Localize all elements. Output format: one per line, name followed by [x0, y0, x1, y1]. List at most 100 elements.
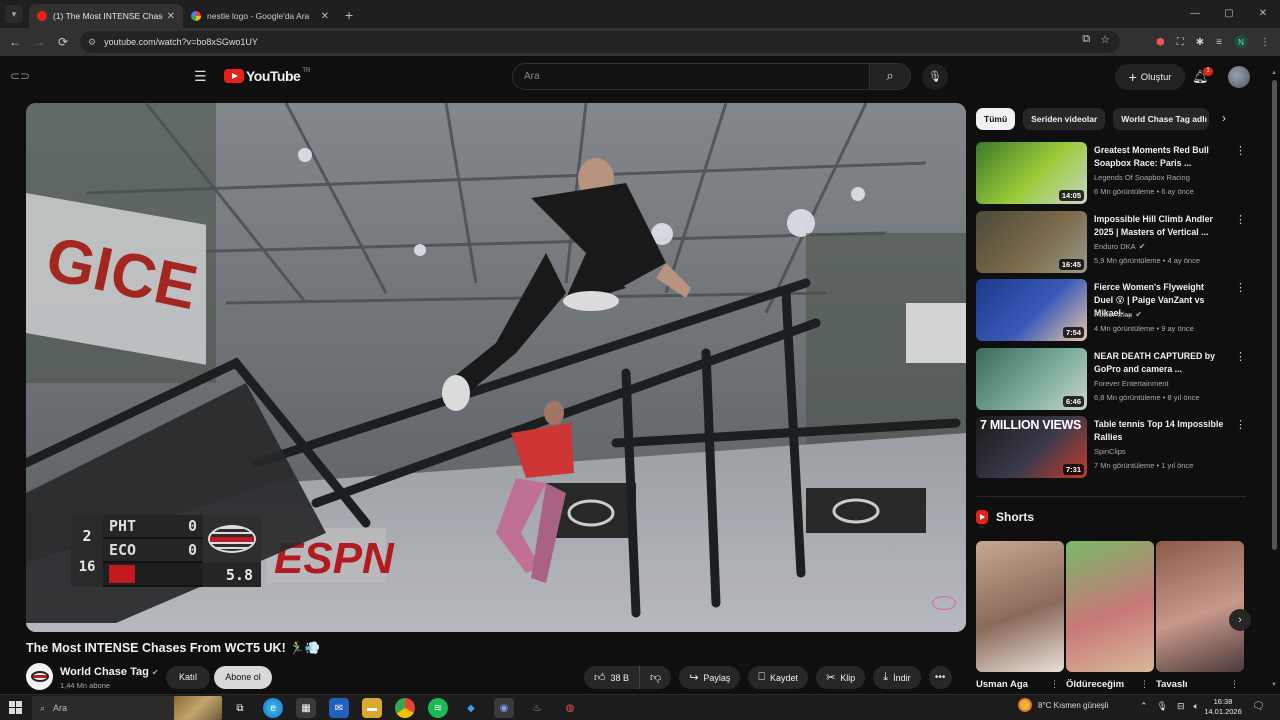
create-button[interactable]: + Oluştur	[1115, 64, 1185, 90]
more-options-icon[interactable]: ⋮	[1235, 213, 1246, 226]
more-actions-button[interactable]: •••	[928, 666, 952, 689]
share-button[interactable]: ↪ Paylaş	[679, 666, 741, 689]
mail-icon[interactable]: ✉	[329, 698, 349, 718]
more-options-icon[interactable]: ⋮	[1230, 679, 1239, 690]
chip-channel[interactable]: World Chase Tag adlı	[1113, 108, 1210, 130]
scrollbar-thumb[interactable]	[1272, 80, 1277, 550]
recommendation-card[interactable]: 16:45 Impossible Hill Climb Andler 2025 |…	[976, 211, 1246, 273]
video-thumbnail[interactable]: 14:05	[976, 142, 1087, 204]
short-title[interactable]: Usman Aga	[976, 679, 1028, 690]
search-input[interactable]: Ara	[512, 63, 870, 90]
store-icon[interactable]: ▦	[296, 698, 316, 718]
scroll-down-icon[interactable]: ▼	[1271, 682, 1277, 688]
recommendation-title[interactable]: NEAR DEATH CAPTURED by GoPro and camera …	[1094, 350, 1224, 376]
more-options-icon[interactable]: ⋮	[1235, 418, 1246, 431]
browser-tab-google[interactable]: nestle logo - Google'da Ara ✕	[183, 4, 337, 28]
more-options-icon[interactable]: ⋮	[1235, 144, 1246, 157]
chrome-icon[interactable]	[395, 698, 415, 718]
recommendation-card[interactable]: 7 MILLION VIEWS 7:31 Table tennis Top 14 I…	[976, 416, 1246, 478]
recommendation-card[interactable]: 6:46 NEAR DEATH CAPTURED by GoPro and cam…	[976, 348, 1246, 410]
forward-button[interactable]: →	[27, 35, 51, 49]
shorts-next-button[interactable]: ›	[1229, 609, 1251, 631]
video-player[interactable]: GICE ESPN 2 16 PHT 0 ECO 0 5.8	[26, 103, 966, 632]
minimize-icon[interactable]: —	[1178, 0, 1212, 28]
channel-name-row[interactable]: World Chase Tag ✔	[60, 666, 159, 678]
recommendation-title[interactable]: Table tennis Top 14 Impossible Rallies	[1094, 418, 1224, 444]
puzzle-icon[interactable]: ✱	[1196, 37, 1204, 48]
extension-icon[interactable]: ⛶	[1177, 37, 1184, 48]
download-button[interactable]: ⤓ İndir	[873, 666, 921, 689]
bookmark-star-icon[interactable]: ☆	[1100, 33, 1110, 46]
short-thumbnail[interactable]	[976, 541, 1064, 672]
recommendation-channel[interactable]: Enduro DKA ✔	[1094, 242, 1145, 251]
recommendation-channel[interactable]: SpinClips	[1094, 447, 1126, 456]
browser-tab-youtube[interactable]: (1) The Most INTENSE Chases F ✕	[29, 4, 183, 28]
recommendation-channel[interactable]: Legends Of Soapbox Racing	[1094, 173, 1190, 182]
more-options-icon[interactable]: ⋮	[1050, 679, 1059, 690]
address-bar[interactable]: ⚙ youtube.com/watch?v=bo8xSGwo1UY	[80, 31, 1120, 53]
taskbar-search[interactable]: ⌕ Ara	[32, 696, 222, 720]
back-button[interactable]: ←	[3, 35, 27, 49]
notification-center-icon[interactable]: 🗨︎	[1252, 701, 1265, 712]
taskbar-clock[interactable]: 16:38 14.01.2026	[1200, 697, 1246, 717]
join-button[interactable]: Katıl	[166, 666, 210, 689]
scroll-up-icon[interactable]: ▲	[1271, 70, 1277, 76]
volume-icon[interactable]: 🔈︎	[1194, 701, 1199, 712]
subscribe-button[interactable]: Abone ol	[214, 666, 272, 689]
recommendation-channel[interactable]: Power Slap ✔	[1094, 310, 1142, 319]
recommendation-title[interactable]: Greatest Moments Red Bull Soapbox Race: …	[1094, 144, 1224, 170]
clip-button[interactable]: ✂ Klip	[816, 666, 866, 689]
video-thumbnail[interactable]: 7:54	[976, 279, 1087, 341]
network-icon[interactable]: ⊟	[1177, 701, 1185, 712]
new-tab-button[interactable]: +	[345, 7, 353, 23]
recommendation-title[interactable]: Impossible Hill Climb Andler 2025 | Mast…	[1094, 213, 1224, 239]
short-title[interactable]: Öldüreceğim	[1066, 679, 1124, 690]
short-thumbnail[interactable]	[1156, 541, 1244, 672]
recommendation-card[interactable]: 7:54 Fierce Women's Flyweight Duel 😵 | Pa…	[976, 279, 1246, 341]
chip-series[interactable]: Seriden videolar	[1023, 108, 1106, 130]
browser-menu-icon[interactable]: ⋮	[1260, 37, 1270, 48]
dislike-button[interactable]: 👎︎	[640, 666, 671, 689]
video-thumbnail[interactable]: 7 MILLION VIEWS 7:31	[976, 416, 1087, 478]
more-options-icon[interactable]: ⋮	[1140, 679, 1149, 690]
profile-avatar[interactable]: N	[1234, 35, 1248, 49]
short-title[interactable]: Tavaslı	[1156, 679, 1188, 690]
video-thumbnail[interactable]: 16:45	[976, 211, 1087, 273]
chevron-right-icon[interactable]: ›	[1222, 111, 1226, 125]
app-icon[interactable]: ◍	[560, 698, 580, 718]
channel-name[interactable]: World Chase Tag	[60, 666, 149, 678]
sidebar-toggle-icon[interactable]: ⊂⊃	[10, 69, 30, 83]
recommendation-channel[interactable]: Forever Entertainment	[1094, 379, 1169, 388]
spotify-icon[interactable]: ≋	[428, 698, 448, 718]
reading-list-icon[interactable]: ≡	[1216, 37, 1222, 48]
maximize-icon[interactable]: ▢	[1212, 0, 1246, 28]
edge-icon[interactable]: e	[263, 698, 283, 718]
close-tab-icon[interactable]: ✕	[321, 11, 329, 22]
weather-widget[interactable]: 8°C Kısmen güneşli	[1018, 698, 1108, 712]
task-view-icon[interactable]: ⧉	[230, 698, 250, 718]
more-options-icon[interactable]: ⋮	[1235, 350, 1246, 363]
extension-icon[interactable]: ⬢	[1156, 37, 1165, 48]
steam-icon[interactable]: ♨	[527, 698, 547, 718]
vscode-icon[interactable]: ◆	[461, 698, 481, 718]
channel-avatar[interactable]	[26, 663, 53, 690]
site-info-icon[interactable]: ⚙	[88, 37, 96, 48]
save-button[interactable]: ⎕ Kaydet	[748, 666, 809, 689]
short-thumbnail[interactable]	[1066, 541, 1154, 672]
page-scrollbar[interactable]: ▲ ▼	[1270, 70, 1278, 690]
reload-button[interactable]: ⟳	[51, 35, 75, 49]
chip-all[interactable]: Tümü	[976, 108, 1016, 130]
close-tab-icon[interactable]: ✕	[167, 11, 175, 22]
search-button[interactable]: ⌕	[869, 63, 911, 90]
youtube-logo[interactable]: YouTube TR	[224, 68, 310, 84]
guide-menu-icon[interactable]: ☰	[194, 68, 207, 85]
close-window-icon[interactable]: ✕	[1246, 0, 1280, 28]
video-thumbnail[interactable]: 6:46	[976, 348, 1087, 410]
microphone-icon[interactable]: 🎙︎	[1157, 701, 1168, 712]
voice-search-button[interactable]: 🎙	[922, 64, 948, 90]
windows-start-icon[interactable]	[9, 701, 22, 714]
account-avatar[interactable]	[1228, 66, 1250, 88]
like-button[interactable]: 👍︎ 38 B	[584, 666, 641, 689]
install-app-icon[interactable]: ⧉	[1082, 33, 1090, 46]
file-explorer-icon[interactable]: ▬	[362, 698, 382, 718]
